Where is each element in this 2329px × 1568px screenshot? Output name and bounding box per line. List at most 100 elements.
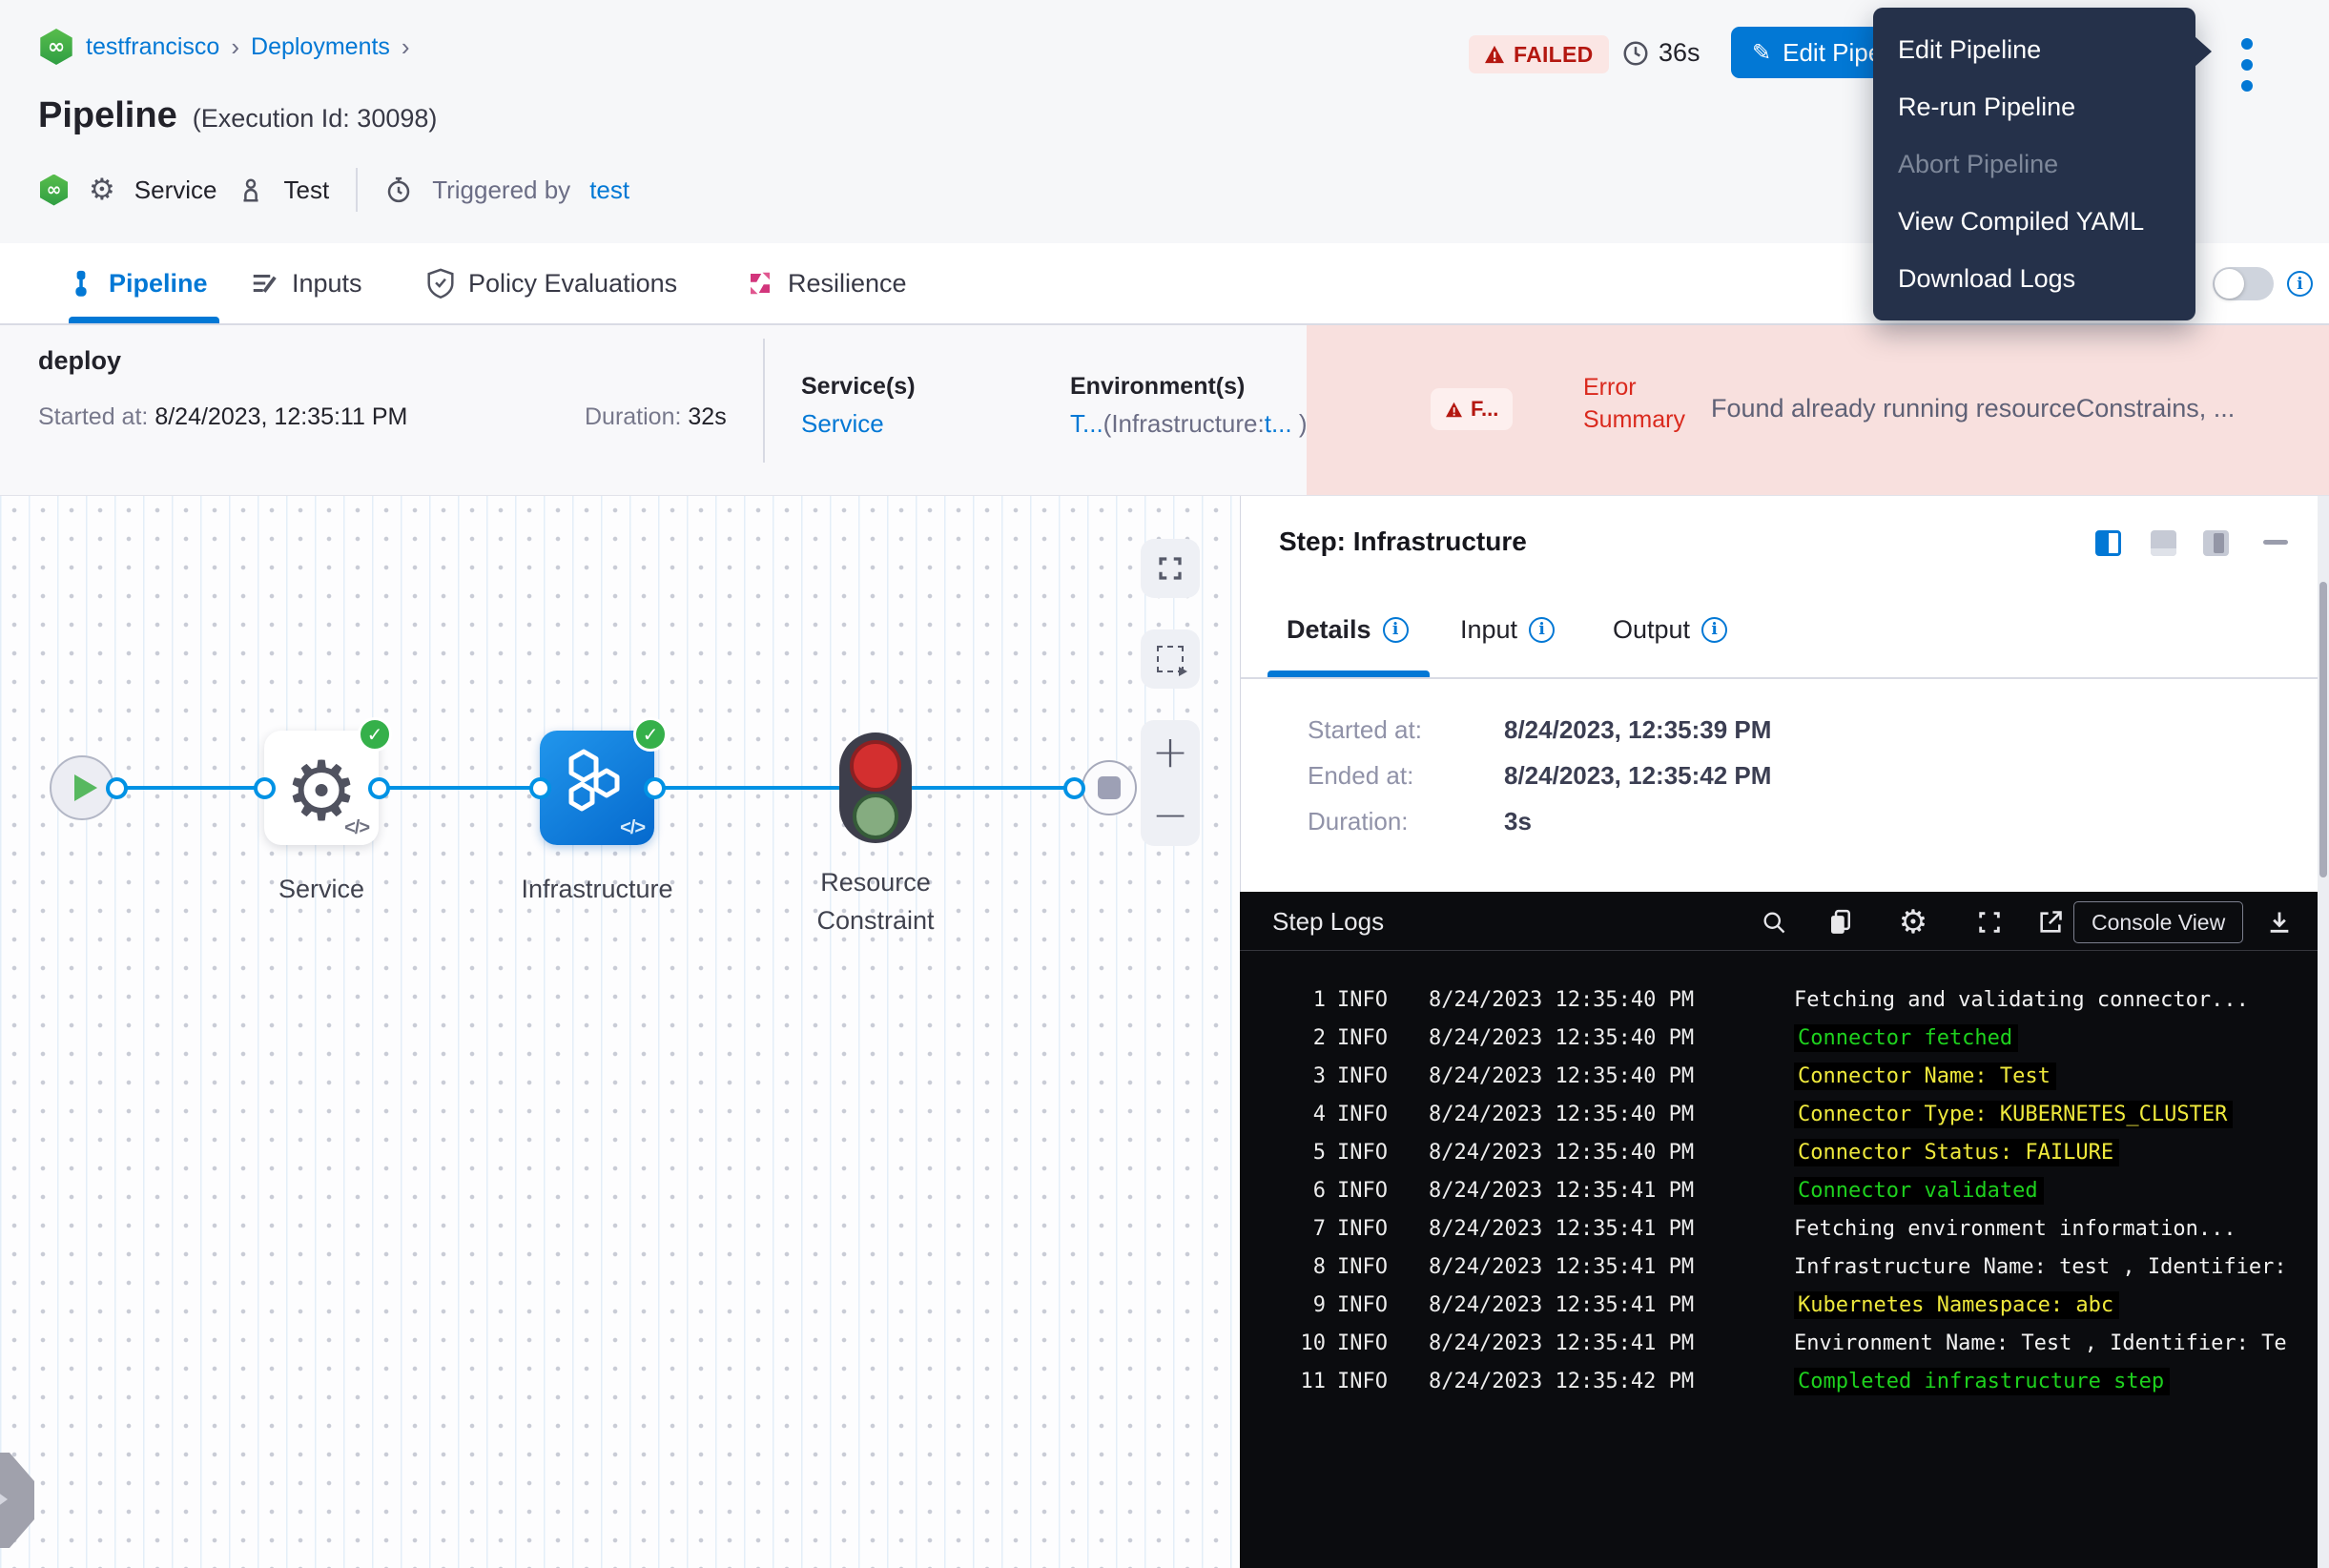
layout-split-vertical-button[interactable] (2095, 530, 2121, 556)
traffic-light-red (850, 740, 901, 792)
breadcrumb-project-link[interactable]: testfrancisco (86, 33, 219, 61)
execution-meta-row: ∞ ⚙ Service Test Triggered by test (38, 164, 629, 216)
breadcrumb: ∞ testfrancisco › Deployments › (38, 29, 410, 65)
tab-policy-evaluations[interactable]: Policy Evaluations (426, 243, 677, 323)
breadcrumb-separator: › (231, 32, 239, 62)
breadcrumb-deployments-link[interactable]: Deployments (251, 33, 390, 61)
node-service[interactable]: ✓ ⚙ </> (264, 731, 379, 845)
node-label-resource-constraint: Resource Constraint (789, 863, 962, 939)
service-meta-label[interactable]: Service (134, 175, 217, 205)
info-icon[interactable] (1701, 617, 1727, 643)
canvas-fullscreen-button[interactable] (1141, 539, 1200, 598)
stopwatch-icon (384, 175, 413, 204)
page-title-row: Pipeline (Execution Id: 30098) (38, 95, 437, 136)
menu-item-rerun-pipeline[interactable]: Re-run Pipeline (1873, 78, 2195, 135)
zoom-out-button[interactable]: − (1152, 793, 1189, 836)
menu-item-view-compiled-yaml[interactable]: View Compiled YAML (1873, 193, 2195, 250)
triggered-by-user-link[interactable]: test (589, 175, 629, 205)
log-fullscreen-button[interactable] (1972, 905, 2007, 939)
view-toggle-switch[interactable] (2213, 267, 2274, 300)
tab-output[interactable]: Output (1613, 582, 1727, 677)
stop-icon (1098, 776, 1121, 799)
start-node (50, 755, 114, 820)
node-infrastructure[interactable]: ✓ </> (540, 731, 654, 845)
console-view-button[interactable]: Console View (2073, 901, 2243, 943)
tab-pipeline[interactable]: Pipeline (67, 243, 208, 323)
resilience-icon (746, 269, 774, 298)
pencil-icon: ✎ (1752, 39, 1771, 66)
info-icon[interactable] (1529, 617, 1555, 643)
warning-triangle-icon (1445, 402, 1463, 418)
error-summary-label: Error Summary (1583, 371, 1685, 436)
expand-left-panel-button[interactable] (0, 1453, 34, 1548)
open-logs-new-tab-button[interactable] (2033, 905, 2068, 939)
download-logs-button[interactable] (2262, 905, 2297, 939)
pipeline-graph-canvas[interactable]: ✓ ⚙ </> ✓ </> Service Infrastructure (0, 496, 1240, 1568)
stage-name[interactable]: deploy (38, 346, 121, 376)
node-label-infrastructure: Infrastructure (502, 870, 692, 908)
triggered-by-label: Triggered by (432, 175, 570, 205)
test-connector-icon (237, 175, 265, 204)
page-scrollbar (2318, 496, 2329, 1568)
step-panel-tabs: Details Input Output (1241, 582, 2329, 679)
error-summary-message: Found already running resourceConstrains… (1711, 394, 2302, 423)
stage-summary-bar: deploy Started at: 8/24/2023, 12:35:11 P… (0, 325, 2329, 496)
play-icon (74, 774, 97, 801)
log-line: 3INFO8/24/2023 12:35:40 PMConnector Name… (1240, 1057, 2329, 1095)
tab-input[interactable]: Input (1460, 582, 1555, 677)
pipeline-icon (67, 269, 95, 298)
node-resource-constraint[interactable] (839, 732, 912, 843)
environments-value[interactable]: T...(Infrastructure:t... ) (1070, 409, 1308, 439)
tab-details[interactable]: Details (1287, 582, 1409, 677)
tab-inputs[interactable]: Inputs (250, 243, 362, 323)
layout-split-horizontal-button[interactable] (2151, 530, 2176, 556)
step-details-panel: Step: Infrastructure Details Input Outpu… (1240, 496, 2329, 892)
download-icon (2266, 909, 2293, 936)
log-line: 4INFO8/24/2023 12:35:40 PMConnector Type… (1240, 1095, 2329, 1133)
log-line: 11INFO8/24/2023 12:35:42 PMCompleted inf… (1240, 1362, 2329, 1400)
canvas-select-button[interactable] (1141, 629, 1200, 689)
status-badge: FAILED (1469, 35, 1609, 73)
environments-label: Environment(s) (1070, 373, 1245, 401)
node-port (644, 777, 666, 799)
copy-logs-button[interactable] (1824, 905, 1858, 939)
edge-service-infra (379, 786, 540, 790)
services-value-link[interactable]: Service (801, 409, 884, 439)
tabbar-info-icon[interactable] (2287, 271, 2313, 297)
scrollbar-thumb[interactable] (2319, 582, 2327, 877)
success-check-icon: ✓ (633, 717, 668, 752)
active-tab-underline (1268, 671, 1430, 677)
log-settings-button[interactable]: ⚙ (1896, 905, 1930, 939)
layout-right-panel-button[interactable] (2203, 530, 2229, 556)
log-search-button[interactable] (1757, 905, 1791, 939)
step-panel-title: Step: Infrastructure (1279, 526, 1527, 557)
end-node (1082, 760, 1137, 815)
log-line: 10INFO8/24/2023 12:35:41 PMEnvironment N… (1240, 1324, 2329, 1362)
menu-item-download-logs[interactable]: Download Logs (1873, 250, 2195, 307)
code-icon: </> (344, 817, 369, 839)
log-lines: 1INFO8/24/2023 12:35:40 PMFetching and v… (1240, 952, 2329, 1568)
node-port (106, 777, 128, 799)
test-meta-label[interactable]: Test (284, 175, 330, 205)
more-options-kebab-menu[interactable] (2237, 34, 2257, 95)
log-line: 6INFO8/24/2023 12:35:41 PMConnector vali… (1240, 1171, 2329, 1209)
canvas-zoom-controls: + − (1141, 720, 1200, 846)
menu-item-edit-pipeline[interactable]: Edit Pipeline (1873, 21, 2195, 78)
execution-id: (Execution Id: 30098) (193, 104, 438, 134)
search-icon (1761, 909, 1787, 936)
log-line: 7INFO8/24/2023 12:35:41 PMFetching envir… (1240, 1209, 2329, 1248)
tab-resilience[interactable]: Resilience (746, 243, 907, 323)
detail-row-ended: Ended at: 8/24/2023, 12:35:42 PM (1241, 761, 2290, 794)
node-port (1063, 777, 1085, 799)
clock-icon (1621, 39, 1650, 68)
fullscreen-icon (1156, 554, 1185, 583)
collapse-panel-button[interactable] (2263, 540, 2288, 545)
zoom-in-button[interactable]: + (1152, 730, 1189, 774)
console-title: Step Logs (1272, 907, 1384, 937)
info-icon[interactable] (1383, 617, 1409, 643)
warning-triangle-icon (1484, 45, 1505, 64)
gear-icon: ⚙ (89, 175, 115, 205)
node-label-service: Service (264, 870, 379, 908)
node-port (368, 777, 390, 799)
fullscreen-icon (1976, 909, 2003, 936)
